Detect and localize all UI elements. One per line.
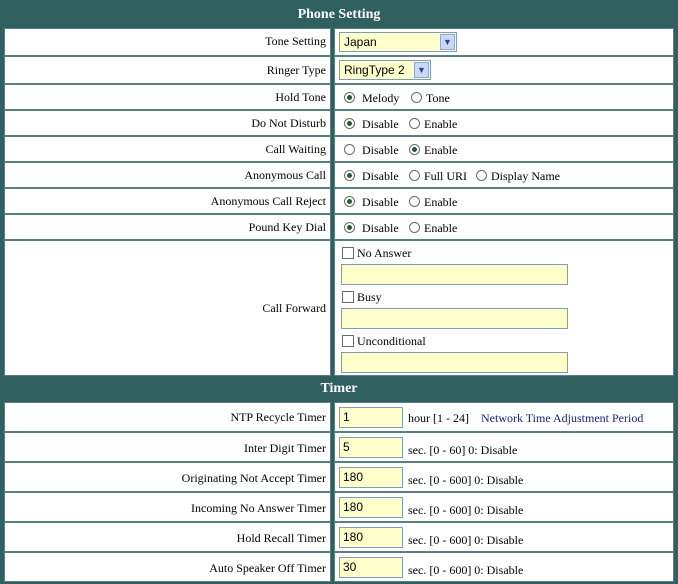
auto-speaker-off-label: Auto Speaker Off Timer [209, 561, 326, 575]
originating-not-accept-value: 180 [343, 470, 364, 484]
timer-header: Timer [2, 378, 676, 400]
incoming-no-answer-input[interactable]: 180 [339, 497, 403, 518]
anon-display-name-label: Display Name [491, 169, 560, 183]
pound-key-dial-row: Pound Key Dial Disable Enable [2, 214, 676, 240]
no-answer-input[interactable] [341, 264, 568, 285]
chevron-down-icon: ▼ [440, 34, 455, 50]
ntp-recycle-input[interactable]: 1 [339, 407, 403, 428]
pound-key-enable-label: Enable [424, 221, 458, 235]
call-waiting-enable-label: Enable [424, 143, 458, 157]
ringer-type-row: Ringer Type RingType 2 ▼ [2, 56, 676, 84]
inter-digit-row: Inter Digit Timer 5 sec. [0 - 60] 0: Dis… [2, 432, 676, 462]
unconditional-input[interactable] [341, 352, 568, 373]
anon-disable-label: Disable [362, 169, 399, 183]
incoming-no-answer-row: Incoming No Answer Timer 180 sec. [0 - 6… [2, 492, 676, 522]
inter-digit-label: Inter Digit Timer [243, 441, 326, 455]
auto-speaker-off-value: 30 [343, 560, 357, 574]
call-forward-label: Call Forward [262, 301, 326, 315]
auto-speaker-off-row: Auto Speaker Off Timer 30 sec. [0 - 600]… [2, 552, 676, 582]
anon-reject-disable-label: Disable [362, 195, 399, 209]
pound-key-disable-radio[interactable] [344, 222, 355, 233]
phone-setting-header: Phone Setting [2, 4, 676, 26]
hold-tone-melody-radio[interactable] [344, 92, 355, 103]
inter-digit-value: 5 [343, 440, 350, 454]
anon-display-name-radio[interactable] [476, 170, 487, 181]
originating-not-accept-row: Originating Not Accept Timer 180 sec. [0… [2, 462, 676, 492]
originating-not-accept-unit: sec. [0 - 600] 0: Disable [408, 473, 524, 487]
pound-key-disable-label: Disable [362, 221, 399, 235]
incoming-no-answer-label: Incoming No Answer Timer [191, 501, 326, 515]
dnd-enable-radio[interactable] [409, 118, 420, 129]
dnd-enable-label: Enable [424, 117, 458, 131]
hold-tone-label: Hold Tone [275, 90, 326, 104]
pound-key-dial-label: Pound Key Dial [248, 220, 326, 234]
busy-checkbox[interactable] [342, 291, 354, 303]
call-waiting-disable-radio[interactable] [344, 144, 355, 155]
do-not-disturb-label: Do Not Disturb [251, 116, 326, 130]
hold-tone-tone-radio[interactable] [411, 92, 422, 103]
pound-key-enable-radio[interactable] [409, 222, 420, 233]
hold-tone-tone-label: Tone [426, 91, 450, 105]
anon-full-uri-radio[interactable] [409, 170, 420, 181]
hold-recall-unit: sec. [0 - 600] 0: Disable [408, 533, 524, 547]
ntp-recycle-row: NTP Recycle Timer 1 hour [1 - 24] Networ… [2, 402, 676, 432]
inter-digit-unit: sec. [0 - 60] 0: Disable [408, 443, 518, 457]
tone-setting-row: Tone Setting Japan ▼ [2, 28, 676, 56]
ntp-recycle-note: Network Time Adjustment Period [481, 411, 644, 425]
ntp-recycle-label: NTP Recycle Timer [230, 410, 326, 424]
unconditional-label: Unconditional [357, 334, 426, 348]
anonymous-call-label: Anonymous Call [244, 168, 326, 182]
incoming-no-answer-value: 180 [343, 500, 364, 514]
hold-recall-input[interactable]: 180 [339, 527, 403, 548]
originating-not-accept-label: Originating Not Accept Timer [181, 471, 326, 485]
tone-setting-value: Japan [344, 35, 377, 49]
auto-speaker-off-unit: sec. [0 - 600] 0: Disable [408, 563, 524, 577]
do-not-disturb-row: Do Not Disturb Disable Enable [2, 110, 676, 136]
tone-setting-label: Tone Setting [265, 34, 326, 48]
chevron-down-icon: ▼ [414, 62, 429, 78]
anon-reject-enable-radio[interactable] [409, 196, 420, 207]
auto-speaker-off-input[interactable]: 30 [339, 557, 403, 578]
no-answer-label: No Answer [357, 246, 412, 260]
hold-recall-row: Hold Recall Timer 180 sec. [0 - 600] 0: … [2, 522, 676, 552]
settings-panel: Phone Setting Tone Setting Japan ▼ Ringe… [0, 0, 678, 584]
anonymous-call-reject-row: Anonymous Call Reject Disable Enable [2, 188, 676, 214]
ntp-recycle-value: 1 [343, 410, 350, 424]
busy-input[interactable] [341, 308, 568, 329]
ringer-type-value: RingType 2 [344, 63, 405, 77]
hold-tone-melody-label: Melody [362, 91, 400, 105]
dnd-disable-radio[interactable] [344, 118, 355, 129]
anonymous-call-row: Anonymous Call Disable Full URI Display … [2, 162, 676, 188]
call-waiting-disable-label: Disable [362, 143, 399, 157]
anon-reject-disable-radio[interactable] [344, 196, 355, 207]
no-answer-checkbox[interactable] [342, 247, 354, 259]
originating-not-accept-input[interactable]: 180 [339, 467, 403, 488]
hold-recall-value: 180 [343, 530, 364, 544]
ringer-type-label: Ringer Type [266, 63, 326, 77]
dnd-disable-label: Disable [362, 117, 399, 131]
call-forward-row: Call Forward No Answer Busy Unconditiona… [2, 240, 676, 376]
anon-disable-radio[interactable] [344, 170, 355, 181]
anonymous-call-reject-label: Anonymous Call Reject [210, 194, 326, 208]
call-waiting-label: Call Waiting [265, 142, 326, 156]
unconditional-checkbox[interactable] [342, 335, 354, 347]
tone-setting-select[interactable]: Japan ▼ [339, 32, 457, 52]
ringer-type-select[interactable]: RingType 2 ▼ [339, 60, 431, 80]
hold-tone-row: Hold Tone Melody Tone [2, 84, 676, 110]
busy-label: Busy [357, 290, 382, 304]
incoming-no-answer-unit: sec. [0 - 600] 0: Disable [408, 503, 524, 517]
call-waiting-row: Call Waiting Disable Enable [2, 136, 676, 162]
anon-reject-enable-label: Enable [424, 195, 458, 209]
anon-full-uri-label: Full URI [424, 169, 468, 183]
ntp-recycle-unit: hour [1 - 24] [408, 411, 469, 425]
inter-digit-input[interactable]: 5 [339, 437, 403, 458]
hold-recall-label: Hold Recall Timer [236, 531, 326, 545]
call-waiting-enable-radio[interactable] [409, 144, 420, 155]
